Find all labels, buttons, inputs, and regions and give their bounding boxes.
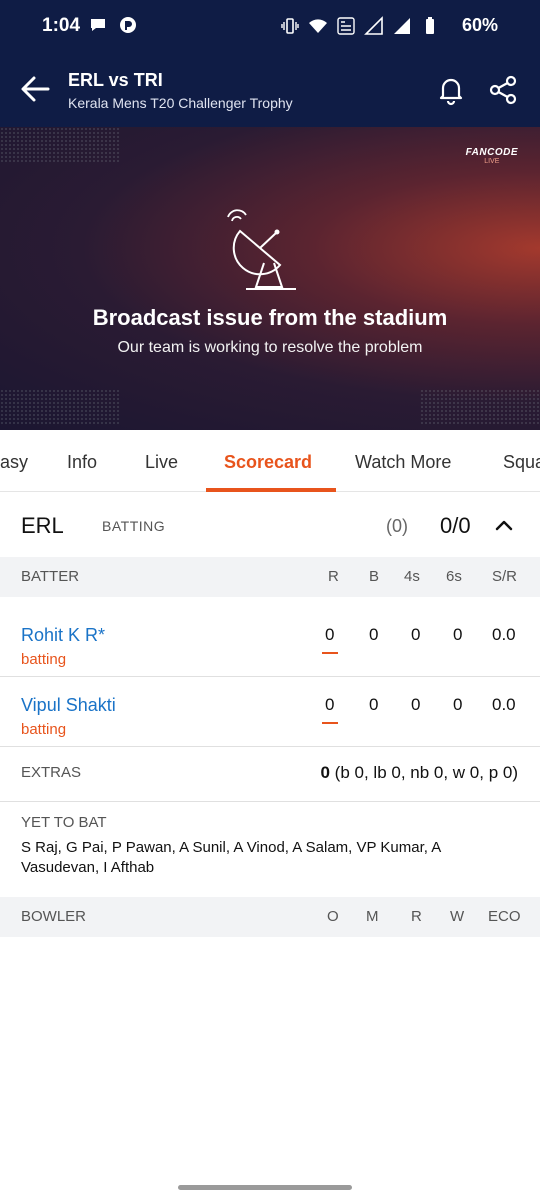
broadcast-issue-subtitle: Our team is working to resolve the probl… xyxy=(117,339,423,356)
status-time: 1:04 xyxy=(42,15,81,36)
batter-fours: 0 xyxy=(411,695,421,714)
app-header: ERL vs TRI Kerala Mens T20 Challenger Tr… xyxy=(0,54,540,127)
table-row: Rohit K R* batting 0 0 0 0 0.0 xyxy=(0,607,540,677)
yet-to-bat-label: YET TO BAT xyxy=(21,814,107,831)
signal-icon xyxy=(364,16,383,35)
bowling-table-header: BOWLER O M R W ECO xyxy=(0,897,540,937)
batter-status: batting xyxy=(21,651,67,668)
balls-column-label: B xyxy=(369,568,380,585)
tab-scorecard[interactable]: Scorecard xyxy=(224,452,312,473)
tab-live[interactable]: Live xyxy=(145,452,178,473)
batter-column-label: BATTER xyxy=(21,568,80,585)
batter-status: batting xyxy=(21,721,67,738)
video-player[interactable]: FANCODE LIVE Broadcast issue from the st… xyxy=(0,127,540,430)
broadcast-issue-title: Broadcast issue from the stadium xyxy=(92,305,448,330)
sixes-column-label: 6s xyxy=(446,568,462,585)
status-bar: 1:04 60% xyxy=(0,0,540,54)
yet-to-bat-names: S Raj, G Pai, P Pawan, A Sunil, A Vinod,… xyxy=(21,839,441,876)
table-row: Vipul Shakti batting 0 0 0 0 0.0 xyxy=(0,677,540,747)
wifi-icon xyxy=(309,19,327,33)
team-name: ERL xyxy=(21,513,64,538)
team-status: BATTING xyxy=(102,518,166,534)
batter-strike-rate: 0.0 xyxy=(492,695,516,714)
tab-info[interactable]: Info xyxy=(67,452,97,473)
chat-bubble-icon xyxy=(91,19,105,31)
wickets-column-label: W xyxy=(450,908,465,925)
batter-name[interactable]: Rohit K R* xyxy=(21,625,105,646)
batter-fours: 0 xyxy=(411,625,421,644)
fours-column-label: 4s xyxy=(404,568,420,585)
app-notification-icon xyxy=(120,17,136,33)
satellite-dish-icon xyxy=(227,209,296,290)
strike-rate-column-label: S/R xyxy=(492,568,518,585)
innings-header[interactable]: ERL BATTING (0) 0/0 xyxy=(0,493,540,557)
extras-total: 0 xyxy=(320,763,330,782)
back-arrow-icon[interactable] xyxy=(18,72,52,106)
bowler-column-label: BOWLER xyxy=(21,908,87,925)
batter-sixes: 0 xyxy=(453,695,463,714)
tab-fantasy[interactable]: asy xyxy=(0,452,28,473)
batter-balls: 0 xyxy=(369,695,379,714)
overs-column-label: O xyxy=(327,908,339,925)
tab-squads[interactable]: Squa xyxy=(503,452,540,473)
batter-runs[interactable]: 0 xyxy=(325,695,334,715)
tab-bar: asy Info Live Scorecard Watch More Squa xyxy=(0,430,540,492)
top-bar: 1:04 60% ERL vs TRI Kerala Mens T20 Chal… xyxy=(0,0,540,127)
extras-row: EXTRAS 0 (b 0, lb 0, nb 0, w 0, p 0) xyxy=(0,748,540,802)
share-icon[interactable] xyxy=(488,74,518,106)
bell-icon[interactable] xyxy=(436,74,466,106)
battery-icon xyxy=(426,17,434,34)
extras-label: EXTRAS xyxy=(21,764,82,781)
tab-watch-more[interactable]: Watch More xyxy=(355,452,451,473)
chevron-up-icon[interactable] xyxy=(494,515,514,535)
match-subtitle: Kerala Mens T20 Challenger Trophy xyxy=(68,95,293,111)
gesture-home-bar[interactable] xyxy=(178,1185,352,1190)
team-overs: (0) xyxy=(386,516,408,536)
batter-balls: 0 xyxy=(369,625,379,644)
maidens-column-label: M xyxy=(366,908,379,925)
active-tab-indicator xyxy=(206,488,336,492)
header-titles: ERL vs TRI Kerala Mens T20 Challenger Tr… xyxy=(68,70,293,111)
signal-2-icon xyxy=(394,18,410,34)
batter-name[interactable]: Vipul Shakti xyxy=(21,695,116,716)
runs-underline xyxy=(322,722,338,724)
runs-column-label: R xyxy=(328,568,339,585)
batter-sixes: 0 xyxy=(453,625,463,644)
batting-table-header: BATTER R B 4s 6s S/R xyxy=(0,557,540,597)
match-title: ERL vs TRI xyxy=(68,70,163,90)
extras-detail: (b 0, lb 0, nb 0, w 0, p 0) xyxy=(329,763,518,782)
battery-percent: 60% xyxy=(461,15,498,35)
yet-to-bat-section: YET TO BAT S Raj, G Pai, P Pawan, A Suni… xyxy=(0,802,540,896)
economy-column-label: ECO xyxy=(488,908,521,925)
runs-underline xyxy=(322,652,338,654)
extras-value: 0 (b 0, lb 0, nb 0, w 0, p 0) xyxy=(320,763,518,783)
batter-strike-rate: 0.0 xyxy=(492,625,516,644)
batter-runs[interactable]: 0 xyxy=(325,625,334,645)
team-score: 0/0 xyxy=(440,513,471,538)
bowler-runs-column-label: R xyxy=(411,908,422,925)
vibrate-icon xyxy=(281,18,299,34)
volte-icon xyxy=(337,17,355,35)
fancode-logo: FANCODE LIVE xyxy=(465,147,518,165)
